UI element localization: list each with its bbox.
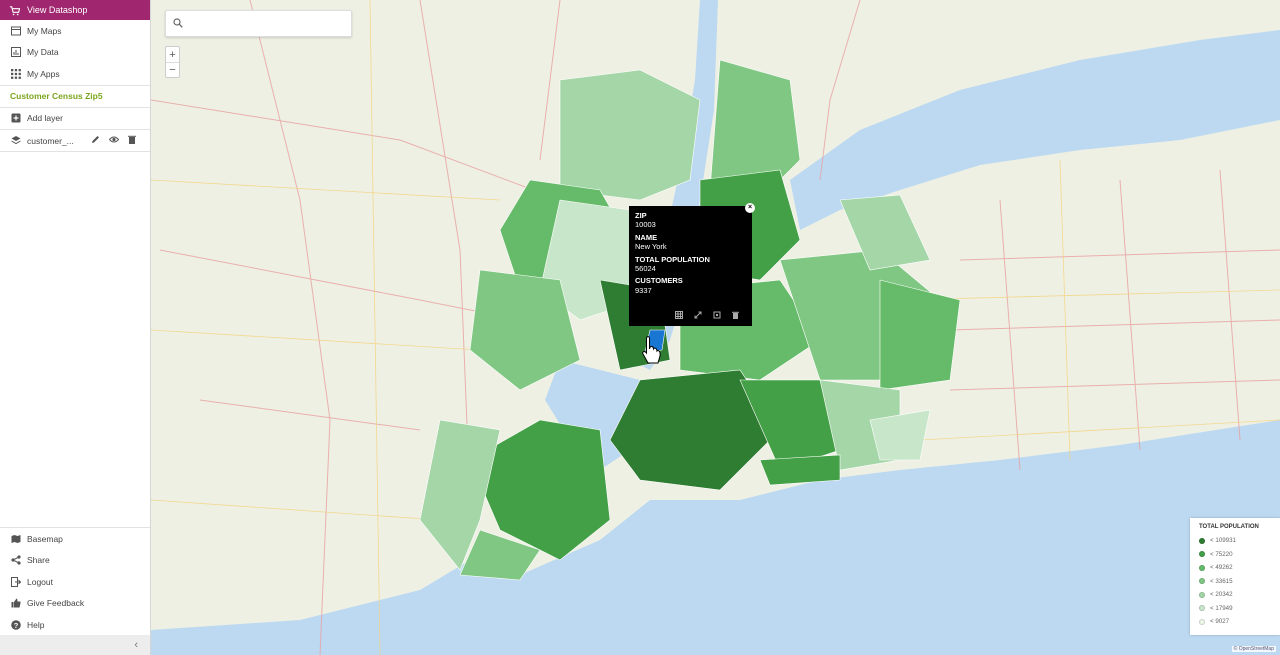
map-title[interactable]: Customer Census Zip5	[0, 86, 150, 107]
nav-label: Give Feedback	[27, 598, 85, 609]
map-legend: TOTAL POPULATION < 109931 < 75220 < 49262 <…	[1190, 518, 1280, 635]
legend-label: < 20342	[1210, 591, 1233, 599]
nav-label: My Apps	[27, 68, 60, 79]
sidebar: View Datashop My Maps My Data My Apps Cu…	[0, 0, 151, 655]
map-canvas[interactable]	[151, 0, 1280, 655]
legend-swatch	[1199, 564, 1205, 571]
legend-item: < 20342	[1199, 588, 1271, 602]
legend-item: < 109931	[1199, 534, 1271, 548]
help-icon: ?	[11, 619, 21, 630]
legend-label: < 17949	[1210, 604, 1233, 612]
nav-label: Logout	[27, 576, 53, 587]
nav-label: My Data	[27, 47, 59, 58]
nav-label: Basemap	[27, 533, 63, 544]
popup-field-value: 9337	[635, 285, 652, 295]
legend-item: < 49262	[1199, 561, 1271, 575]
view-datashop-button[interactable]: View Datashop	[0, 0, 150, 20]
legend-label: < 75220	[1210, 550, 1233, 558]
basemap	[151, 0, 1280, 655]
layer-row[interactable]: customer_...	[0, 130, 150, 152]
legend-item: < 9027	[1199, 615, 1271, 629]
basemap-button[interactable]: Basemap	[0, 528, 150, 550]
edit-pencil-icon[interactable]	[91, 135, 100, 146]
legend-label: < 109931	[1210, 537, 1236, 545]
legend-title: TOTAL POPULATION	[1199, 524, 1259, 530]
popup-close-button[interactable]: ×	[745, 203, 755, 213]
logout-button[interactable]: Logout	[0, 571, 150, 593]
nav-my-apps[interactable]: My Apps	[0, 63, 150, 85]
trash-icon[interactable]	[128, 135, 136, 146]
apps-grid-icon	[11, 68, 21, 79]
legend-label: < 49262	[1210, 564, 1233, 572]
legend-item: < 75220	[1199, 548, 1271, 562]
nav-label: My Maps	[27, 25, 62, 36]
legend-label: < 33615	[1210, 577, 1233, 585]
legend-label: < 9027	[1210, 618, 1230, 626]
popup-field-label: NAME	[635, 232, 658, 242]
nav-label: Share	[27, 555, 50, 566]
popup-field-label: TOTAL POPULATION	[635, 254, 710, 264]
zoom-in-button[interactable]: +	[166, 47, 179, 62]
feature-popup: ZIP 10003 NAME New York TOTAL POPULATION…	[629, 203, 755, 326]
hand-cursor-icon	[641, 336, 661, 368]
add-layer-button[interactable]: Add layer	[0, 108, 150, 130]
logout-icon	[11, 576, 21, 587]
help-button[interactable]: ? Help	[0, 614, 150, 636]
search-box[interactable]	[165, 10, 352, 37]
bottom-menu: Basemap Share Logout Give Feedback ? Hel…	[0, 527, 150, 636]
svg-text:?: ?	[14, 621, 19, 630]
nav-my-maps[interactable]: My Maps	[0, 20, 150, 42]
table-icon[interactable]	[675, 311, 683, 319]
map-icon	[11, 26, 21, 36]
bar-chart-icon	[11, 47, 21, 58]
add-layer-label: Add layer	[27, 113, 63, 124]
popup-tools	[675, 311, 740, 319]
basemap-icon	[11, 534, 21, 544]
popup-field-value: New York	[635, 242, 667, 252]
expand-icon[interactable]	[694, 311, 702, 319]
share-button[interactable]: Share	[0, 550, 150, 572]
map-attribution[interactable]: © OpenStreetMap	[1231, 646, 1276, 652]
search-input[interactable]	[189, 18, 339, 29]
popup-field-label: CUSTOMERS	[635, 276, 683, 286]
give-feedback-button[interactable]: Give Feedback	[0, 593, 150, 615]
eye-icon[interactable]	[108, 135, 120, 146]
datashop-label: View Datashop	[27, 5, 88, 15]
legend-swatch	[1199, 537, 1205, 544]
collapse-sidebar-button[interactable]: ‹	[0, 635, 150, 655]
layers-icon	[11, 135, 21, 147]
legend-item: < 17949	[1199, 602, 1271, 616]
popup-field-value: 10003	[635, 220, 656, 230]
zoom-control: + −	[165, 46, 180, 78]
share-icon	[11, 555, 21, 565]
legend-swatch	[1199, 578, 1205, 585]
legend-swatch	[1199, 605, 1205, 612]
popup-field-value: 56024	[635, 263, 656, 273]
legend-swatch	[1199, 591, 1205, 598]
zoom-out-button[interactable]: −	[166, 62, 179, 77]
legend-swatch	[1199, 618, 1205, 625]
popup-field-label: ZIP	[635, 211, 647, 220]
legend-item: < 33615	[1199, 575, 1271, 589]
nav-my-data[interactable]: My Data	[0, 42, 150, 64]
layer-name: customer_...	[27, 135, 74, 146]
legend-swatch	[1199, 551, 1205, 558]
thumbs-up-icon	[11, 598, 21, 608]
search-icon	[173, 17, 183, 30]
chevron-left-icon: ‹	[134, 639, 138, 651]
cart-icon	[9, 5, 20, 15]
add-box-icon	[11, 113, 21, 123]
nav-label: Help	[27, 619, 45, 630]
trash-icon[interactable]	[732, 311, 740, 319]
zoom-to-icon[interactable]	[713, 311, 721, 319]
